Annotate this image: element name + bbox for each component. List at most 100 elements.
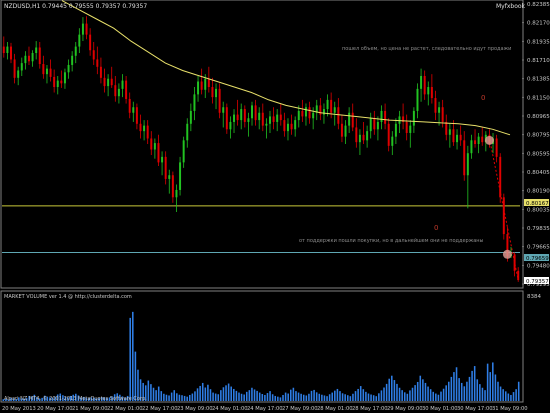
candle-body bbox=[168, 175, 171, 179]
candle-body bbox=[150, 138, 153, 150]
price-tick-label: 0.80965 bbox=[527, 114, 550, 120]
candle-body bbox=[2, 46, 5, 54]
time-tick-label: 30 May 01:00 bbox=[422, 406, 458, 412]
candle-body bbox=[438, 107, 441, 113]
support-price-label: 0.80167 bbox=[526, 201, 549, 207]
price-tick-label: 0.80190 bbox=[527, 189, 550, 195]
candle-body bbox=[366, 131, 369, 141]
volume-bar bbox=[165, 394, 168, 401]
volume-bar bbox=[170, 392, 173, 401]
volume-bar bbox=[510, 394, 512, 401]
volume-bar bbox=[308, 393, 310, 401]
volume-bar bbox=[256, 390, 258, 401]
volume-bar bbox=[318, 393, 321, 401]
volume-bar bbox=[349, 396, 352, 401]
volume-bar bbox=[328, 394, 331, 401]
volume-bar bbox=[494, 374, 497, 401]
volume-bar bbox=[279, 397, 282, 401]
volume-bar bbox=[411, 387, 414, 401]
volume-bar bbox=[173, 390, 176, 401]
volume-bar bbox=[287, 393, 289, 401]
volume-bar bbox=[305, 395, 308, 401]
volume-bar bbox=[196, 388, 199, 401]
annotation-top: пошел объем, но цена не растет, следоват… bbox=[342, 46, 511, 52]
candle-body bbox=[45, 68, 48, 75]
price-tick-label: 0.81150 bbox=[527, 95, 550, 101]
time-tick-label: 28 May 01:00 bbox=[317, 406, 353, 412]
candle-body bbox=[254, 105, 257, 121]
chart-canvas: 0.82385 0.82170 0.81935 0.81710 0.81385 0.811… bbox=[0, 0, 550, 413]
volume-bar bbox=[427, 386, 429, 401]
volume-bar bbox=[401, 390, 403, 401]
volume-bar bbox=[396, 383, 398, 401]
price-tick-label: 0.81385 bbox=[527, 77, 550, 83]
candle-body bbox=[456, 134, 459, 143]
volume-bar bbox=[168, 395, 170, 401]
candle-body bbox=[272, 116, 275, 122]
volume-bar bbox=[414, 385, 416, 401]
volume-bar bbox=[455, 367, 458, 401]
candle-body bbox=[13, 59, 16, 78]
price-tick-label: 0.79665 bbox=[527, 245, 550, 251]
volume-bar bbox=[450, 376, 453, 401]
volume-bar bbox=[429, 389, 432, 401]
candle-body bbox=[477, 136, 480, 144]
candle-body bbox=[71, 55, 74, 65]
candle-body bbox=[153, 143, 156, 150]
volume-bar bbox=[354, 391, 357, 401]
volume-bar bbox=[181, 395, 183, 401]
candle-body bbox=[67, 64, 70, 73]
candle-body bbox=[56, 80, 59, 88]
candle-body bbox=[53, 76, 56, 88]
volume-bar bbox=[147, 380, 150, 401]
volume-bar bbox=[240, 393, 243, 401]
time-tick-label: 22 May 01:00 bbox=[107, 406, 143, 412]
volume-bar bbox=[435, 393, 437, 401]
volume-bar bbox=[290, 389, 292, 401]
time-tick-label: 20 May 2013 bbox=[2, 406, 36, 412]
time-tick-label: 27 May 09:00 bbox=[282, 406, 318, 412]
candle-body bbox=[81, 23, 84, 35]
volume-bar bbox=[445, 385, 447, 401]
volume-bar bbox=[292, 387, 295, 401]
candle-body bbox=[240, 109, 243, 121]
candle-body bbox=[179, 162, 182, 190]
time-tick-label: 31 May 09:00 bbox=[492, 406, 528, 412]
candle-body bbox=[517, 270, 520, 281]
candle-body bbox=[445, 121, 448, 135]
candle-body bbox=[233, 114, 236, 122]
volume-bar bbox=[365, 391, 367, 401]
candle-body bbox=[459, 134, 462, 141]
watermark-label: Myfxbook bbox=[496, 3, 526, 10]
candle-body bbox=[466, 153, 469, 176]
price-tick-label: 0.79480 bbox=[527, 263, 550, 269]
volume-bar bbox=[481, 387, 484, 401]
candle-body bbox=[430, 87, 433, 99]
candle-body bbox=[186, 123, 189, 141]
volume-bar bbox=[432, 391, 435, 401]
volume-bar bbox=[209, 389, 212, 401]
volume-bar bbox=[271, 394, 274, 401]
candle-body bbox=[193, 94, 196, 111]
volume-bar bbox=[212, 392, 214, 401]
candle-body bbox=[362, 134, 365, 141]
candle-body bbox=[297, 110, 300, 121]
candle-body bbox=[146, 125, 149, 139]
volume-bar bbox=[370, 394, 372, 401]
volume-bar bbox=[214, 393, 217, 401]
volume-bar bbox=[297, 392, 300, 401]
volume-bar bbox=[295, 391, 297, 401]
volume-bar bbox=[245, 391, 248, 401]
candle-body bbox=[261, 112, 264, 126]
candle-body bbox=[225, 107, 228, 130]
volume-bar bbox=[515, 389, 517, 401]
marker-label-2: 0 bbox=[434, 224, 438, 232]
candle-body bbox=[355, 127, 358, 143]
volume-bar bbox=[497, 381, 499, 401]
candle-body bbox=[326, 99, 329, 110]
volume-bar bbox=[248, 390, 251, 401]
volume-bar bbox=[201, 382, 204, 401]
volume-bar bbox=[150, 384, 152, 401]
volume-bar bbox=[334, 390, 336, 401]
candle-body bbox=[434, 98, 437, 113]
